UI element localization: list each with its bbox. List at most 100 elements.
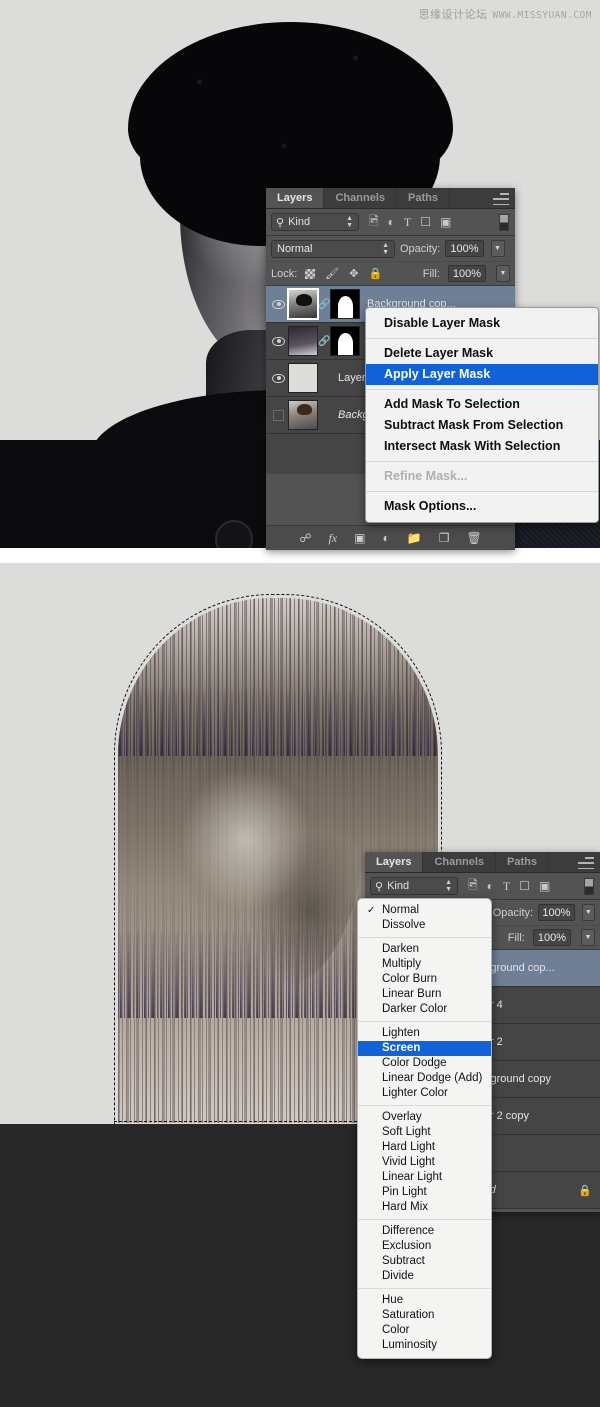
blend-option-normal[interactable]: ✓ Normal (358, 903, 491, 918)
blend-option-linear-dodge-add[interactable]: Linear Dodge (Add) (358, 1071, 491, 1086)
blend-option-darken[interactable]: Darken (358, 942, 491, 957)
type-layer-icon[interactable]: T (404, 215, 411, 230)
opacity-dropdown-arrow[interactable]: ▼ (490, 240, 505, 257)
blend-option-subtract[interactable]: Subtract (358, 1254, 491, 1269)
blend-option-vivid-light[interactable]: Vivid Light (358, 1155, 491, 1170)
blend-option-difference[interactable]: Difference (358, 1224, 491, 1239)
lock-image-pixels-icon[interactable]: 🖌 (325, 267, 339, 280)
link-layers-icon[interactable]: ☍ (299, 531, 311, 545)
layers-panel-footer[interactable]: ☍ fx ▣ ◐ 📁 ❐ 🗑 (266, 525, 515, 550)
lock-icon-group[interactable]: 🖌 ✥ 🔒 (305, 267, 382, 280)
blend-option-hard-light[interactable]: Hard Light (358, 1140, 491, 1155)
blend-option-color[interactable]: Color (358, 1323, 491, 1338)
layer-visibility-icon[interactable] (269, 409, 288, 421)
fill-input[interactable]: 100% (447, 265, 486, 282)
layer-visibility-icon[interactable] (269, 299, 288, 309)
blend-option-darker-color[interactable]: Darker Color (358, 1002, 491, 1017)
opacity-input[interactable]: 100% (538, 904, 575, 921)
tab-channels[interactable]: Channels (423, 852, 496, 872)
filter-bar[interactable]: ⚲ Kind ▲ ▼ 🖻 ◐ T ☐ ▣ (365, 873, 600, 900)
new-layer-icon[interactable]: ❐ (439, 531, 450, 545)
filter-toggle-switch[interactable] (584, 877, 594, 895)
smart-object-icon[interactable]: ▣ (440, 215, 451, 229)
blend-option-screen[interactable]: Screen (358, 1041, 491, 1056)
type-layer-icon[interactable]: T (503, 879, 510, 894)
blend-option-hue[interactable]: Hue (358, 1293, 491, 1308)
layer-thumbnail[interactable] (288, 326, 318, 356)
mask-link-icon[interactable]: 🔗 (318, 299, 330, 310)
blend-mode-select[interactable]: Normal ▲ ▼ (271, 239, 395, 258)
adjustment-layer-icon[interactable]: ◐ (388, 215, 395, 229)
menu-item-subtract-mask-from-selection[interactable]: Subtract Mask From Selection (366, 415, 598, 436)
blend-option-luminosity[interactable]: Luminosity (358, 1338, 491, 1353)
pixel-layer-icon[interactable]: 🖻 (468, 876, 478, 897)
pixel-layer-icon[interactable]: 🖻 (369, 212, 379, 233)
blend-option-linear-burn[interactable]: Linear Burn (358, 987, 491, 1002)
tab-paths[interactable]: Paths (397, 188, 450, 208)
mask-link-icon[interactable]: 🔗 (318, 336, 330, 347)
opacity-dropdown-arrow[interactable]: ▼ (581, 904, 595, 921)
tab-paths[interactable]: Paths (496, 852, 549, 872)
layer-mask-thumbnail[interactable] (330, 326, 360, 356)
lock-position-icon[interactable]: ✥ (349, 267, 358, 280)
layer-visibility-icon[interactable] (269, 336, 288, 346)
delete-layer-icon[interactable]: 🗑 (466, 531, 481, 545)
shape-layer-icon[interactable]: ☐ (519, 879, 530, 893)
blend-option-pin-light[interactable]: Pin Light (358, 1185, 491, 1200)
blend-option-dissolve[interactable]: Dissolve (358, 918, 491, 933)
blend-option-lighter-color[interactable]: Lighter Color (358, 1086, 491, 1101)
filter-type-icons[interactable]: 🖻 ◐ T ☐ ▣ (468, 876, 550, 897)
menu-item-delete-layer-mask[interactable]: Delete Layer Mask (366, 343, 598, 364)
layer-mask-context-menu[interactable]: Disable Layer Mask Delete Layer Mask App… (365, 307, 599, 523)
menu-item-apply-layer-mask[interactable]: Apply Layer Mask (366, 364, 598, 385)
menu-item-disable-layer-mask[interactable]: Disable Layer Mask (366, 313, 598, 334)
blend-option-soft-light[interactable]: Soft Light (358, 1125, 491, 1140)
add-layer-mask-icon[interactable]: ▣ (354, 531, 365, 545)
blend-option-saturation[interactable]: Saturation (358, 1308, 491, 1323)
blend-option-lighten[interactable]: Lighten (358, 1026, 491, 1041)
filter-bar[interactable]: ⚲ Kind ▲ ▼ 🖻 ◐ T ☐ ▣ (266, 209, 515, 236)
blend-option-color-burn[interactable]: Color Burn (358, 972, 491, 987)
blend-option-exclusion[interactable]: Exclusion (358, 1239, 491, 1254)
panel-tab-bar[interactable]: Layers Channels Paths (266, 188, 515, 209)
tab-layers[interactable]: Layers (365, 852, 424, 872)
blend-option-multiply[interactable]: Multiply (358, 957, 491, 972)
filter-toggle-switch[interactable] (499, 213, 509, 231)
lock-transparent-pixels-icon[interactable] (305, 268, 316, 279)
layer-thumbnail[interactable] (287, 288, 319, 320)
tab-layers[interactable]: Layers (266, 188, 325, 208)
menu-item-mask-options[interactable]: Mask Options... (366, 496, 598, 517)
blend-option-color-dodge[interactable]: Color Dodge (358, 1056, 491, 1071)
layer-thumbnail[interactable] (288, 363, 318, 393)
menu-item-intersect-mask-with-selection[interactable]: Intersect Mask With Selection (366, 436, 598, 457)
new-adjustment-layer-icon[interactable]: ◐ (382, 531, 389, 545)
blend-mode-dropdown[interactable]: ✓ Normal Dissolve Darken Multiply Color B… (357, 898, 492, 1359)
smart-object-icon[interactable]: ▣ (539, 879, 550, 893)
layer-thumbnail[interactable] (288, 400, 318, 430)
lock-fill-bar[interactable]: Lock: 🖌 ✥ 🔒 Fill: 100% ▼ (266, 262, 515, 286)
shape-layer-icon[interactable]: ☐ (420, 215, 431, 229)
blend-option-overlay[interactable]: Overlay (358, 1110, 491, 1125)
blend-option-divide[interactable]: Divide (358, 1269, 491, 1284)
panel-tab-bar[interactable]: Layers Channels Paths (365, 852, 600, 873)
blend-opacity-bar[interactable]: Normal ▲ ▼ Opacity: 100% ▼ (266, 236, 515, 262)
layer-mask-thumbnail[interactable] (330, 289, 360, 319)
fill-input[interactable]: 100% (532, 929, 571, 946)
adjustment-layer-icon[interactable]: ◐ (487, 879, 494, 893)
new-group-icon[interactable]: 📁 (407, 531, 422, 545)
filter-kind-select[interactable]: ⚲ Kind ▲ ▼ (370, 877, 458, 895)
panel-menu-icon[interactable] (493, 193, 509, 205)
panel-menu-icon[interactable] (578, 857, 594, 869)
fill-dropdown-arrow[interactable]: ▼ (581, 929, 595, 946)
blend-option-linear-light[interactable]: Linear Light (358, 1170, 491, 1185)
layer-visibility-icon[interactable] (269, 373, 288, 383)
fill-dropdown-arrow[interactable]: ▼ (496, 265, 510, 282)
opacity-input[interactable]: 100% (445, 240, 484, 257)
tab-channels[interactable]: Channels (324, 188, 397, 208)
blend-option-hard-mix[interactable]: Hard Mix (358, 1200, 491, 1215)
layer-style-fx-icon[interactable]: fx (328, 531, 337, 546)
filter-type-icons[interactable]: 🖻 ◐ T ☐ ▣ (369, 212, 451, 233)
menu-item-add-mask-to-selection[interactable]: Add Mask To Selection (366, 394, 598, 415)
lock-all-icon[interactable]: 🔒 (368, 267, 382, 280)
filter-kind-select[interactable]: ⚲ Kind ▲ ▼ (271, 213, 359, 231)
